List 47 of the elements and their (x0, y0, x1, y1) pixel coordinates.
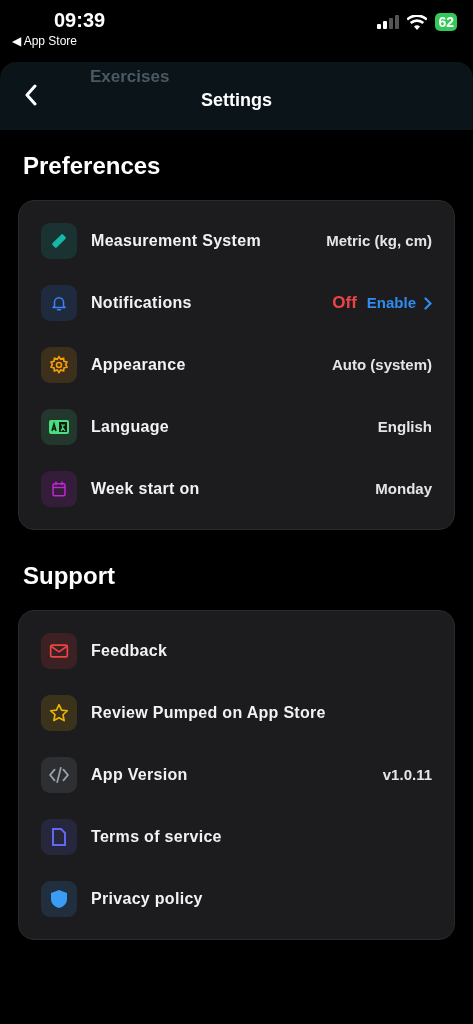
settings-row[interactable]: Language English (41, 409, 432, 445)
star-icon (49, 703, 69, 723)
faded-background-text: Exercises (90, 66, 170, 88)
chevron-icon (424, 296, 432, 310)
row-label: Measurement System (91, 231, 261, 251)
row-label: Notifications (91, 293, 192, 313)
shield-icon (50, 889, 68, 909)
row-value: Monday (375, 478, 432, 499)
row-label: Terms of service (91, 827, 222, 847)
settings-row[interactable]: Appearance Auto (system) (41, 347, 432, 383)
row-label: Appearance (91, 355, 186, 375)
settings-row[interactable]: Terms of service (41, 819, 432, 855)
enable-link[interactable]: Enable (366, 291, 432, 315)
battery-indicator: 62 (435, 13, 457, 31)
document-icon (51, 827, 67, 847)
back-icon[interactable] (24, 84, 38, 106)
status-text: Off (332, 292, 357, 315)
row-value: Auto (system) (332, 354, 432, 375)
row-label: Feedback (91, 641, 168, 661)
clock: 09:39 (54, 8, 106, 32)
row-label: Privacy policy (91, 889, 203, 909)
section-heading: Support (22, 561, 116, 591)
settings-row[interactable]: Feedback (41, 633, 432, 669)
gear-icon (49, 355, 69, 375)
row-value: English (377, 416, 432, 437)
signal-icon (377, 15, 400, 29)
settings-row[interactable]: Review Pumped on App Store (41, 695, 432, 731)
envelope-icon (49, 643, 69, 659)
translate-icon (49, 419, 69, 435)
screen-title: Settings (201, 88, 272, 112)
settings-row[interactable]: Week start on Monday (41, 471, 432, 507)
back-to-app-link[interactable]: ◀ App Store (12, 33, 78, 49)
row-value: v1.0.11 (382, 764, 432, 785)
settings-row[interactable]: App Version v1.0.11 (41, 757, 432, 793)
row-label: App Version (91, 765, 188, 785)
settings-row[interactable]: Measurement System Metric (kg, cm) (41, 223, 432, 259)
row-label: Review Pumped on App Store (91, 703, 326, 723)
settings-row[interactable]: Notifications Off Enable (41, 285, 432, 321)
bell-icon (50, 294, 68, 312)
wifi-icon (407, 14, 428, 30)
settings-row[interactable]: Privacy policy (41, 881, 432, 917)
code-icon (48, 767, 70, 783)
section-heading: Preferences (22, 151, 162, 181)
row-label: Week start on (91, 479, 200, 499)
calendar-icon (50, 480, 68, 498)
row-value: Metric (kg, cm) (326, 230, 432, 251)
row-label: Language (91, 417, 169, 437)
